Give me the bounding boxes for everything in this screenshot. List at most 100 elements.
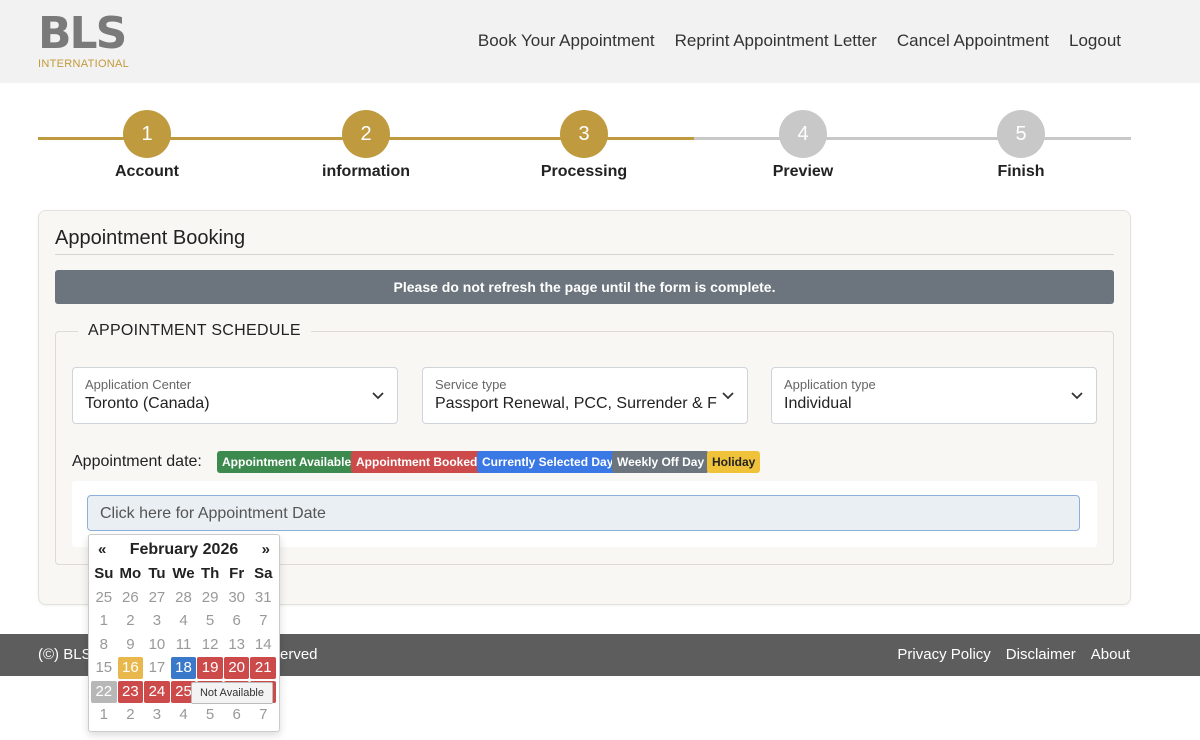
datepicker-day[interactable]: 12 [197,634,223,656]
datepicker-day[interactable]: 4 [171,704,197,726]
datepicker-day[interactable]: 3 [144,704,170,726]
appointment-schedule-fieldset: APPOINTMENT SCHEDULE Application Center … [55,322,1114,565]
datepicker-day[interactable]: 5 [197,704,223,726]
nav-reprint-letter[interactable]: Reprint Appointment Letter [675,31,877,51]
weekday-label: Su [94,565,114,582]
step-information: 2 information [306,110,426,181]
datepicker-week-row: 25 26 27 28 29 30 31 [91,587,277,611]
datepicker-day[interactable]: 5 [197,610,223,632]
datepicker-day[interactable]: 2 [118,704,144,726]
datepicker-popup: « February 2026 » Su Mo Tu We Th Fr Sa 2… [88,534,280,732]
datepicker-day[interactable]: 1 [91,610,117,632]
step-number: 4 [779,110,827,158]
datepicker-day[interactable]: 11 [171,634,197,656]
step-label: Finish [997,163,1045,180]
legend-selected-badge: Currently Selected Day [477,451,619,473]
select-label: Application Center [85,377,192,392]
select-label: Application type [784,377,876,392]
datepicker-week-row: 1234567 [91,704,277,728]
datepicker-day[interactable]: 28 [171,587,197,609]
datepicker-day[interactable]: 6 [224,610,250,632]
datepicker-day[interactable]: 19 [197,657,223,679]
step-label: Processing [540,163,628,180]
weekday-header-row: Su Mo Tu We Th Fr Sa [91,563,277,587]
datepicker-day[interactable]: 2 [118,610,144,632]
datepicker-day[interactable]: 23 [117,680,144,703]
datepicker-day[interactable]: 20 [223,657,250,679]
next-month-button[interactable]: » [262,541,270,558]
datepicker-month-title[interactable]: February 2026 [89,541,279,559]
progress-stepper: 1 Account 2 information 3 Processing 4 P… [38,110,1131,190]
datepicker-day[interactable]: 10 [144,634,170,656]
step-number: 3 [560,110,608,158]
card-title: Appointment Booking [55,227,246,249]
nav-cancel-appointment[interactable]: Cancel Appointment [897,31,1049,51]
chevron-down-icon [722,392,734,400]
legend-weekly-off-badge: Weekly Off Day [612,451,710,473]
step-finish: 5 Finish [961,110,1081,181]
step-processing: 3 Processing [524,110,644,181]
datepicker-day[interactable]: 25 [91,587,117,609]
footer-privacy-policy-link[interactable]: Privacy Policy [897,646,990,663]
datepicker-day[interactable]: 29 [197,587,223,609]
footer-links: Privacy Policy Disclaimer About [897,646,1130,663]
step-preview: 4 Preview [743,110,863,181]
main-nav: Book Your Appointment Reprint Appointmen… [478,31,1121,51]
datepicker-day[interactable]: 17 [144,657,170,679]
service-type-select[interactable]: Service type Passport Renewal, PCC, Surr… [422,367,748,424]
datepicker-day[interactable]: 22 [91,680,117,703]
chevron-down-icon [1071,392,1083,400]
not-available-tooltip: Not Available [191,682,273,704]
application-type-select[interactable]: Application type Individual [771,367,1097,424]
step-account: 1 Account [87,110,207,181]
datepicker-day[interactable]: 7 [250,704,276,726]
footer-about-link[interactable]: About [1091,646,1130,663]
chevron-down-icon [372,392,384,400]
datepicker-day[interactable]: 13 [224,634,250,656]
legend-holiday-badge: Holiday [707,451,761,473]
weekday-label: Sa [254,565,273,582]
weekday-label: We [172,565,195,582]
step-label: Account [115,163,179,180]
datepicker-day[interactable]: 21 [250,657,277,679]
datepicker-day[interactable]: 24 [144,680,170,703]
datepicker-day[interactable]: 31 [250,587,276,609]
bls-logo[interactable]: BLS INTERNATIONAL [38,12,130,72]
datepicker-day[interactable]: 8 [91,634,117,656]
datepicker-day[interactable]: 30 [224,587,250,609]
datepicker-day[interactable]: 16 [117,657,144,679]
datepicker-day[interactable]: 3 [144,610,170,632]
nav-book-appointment[interactable]: Book Your Appointment [478,31,655,51]
select-value: Toronto (Canada) [85,395,210,412]
datepicker-day[interactable]: 9 [118,634,144,656]
nav-logout[interactable]: Logout [1069,31,1121,51]
step-number: 1 [123,110,171,158]
datepicker-day[interactable]: 6 [224,704,250,726]
application-center-select[interactable]: Application Center Toronto (Canada) [72,367,398,424]
select-value: Passport Renewal, PCC, Surrender & For [435,395,717,412]
datepicker-week-row: 1234567 [91,610,277,634]
datepicker-day[interactable]: 27 [144,587,170,609]
weekday-label: Tu [148,565,166,582]
select-label: Service type [435,377,507,392]
datepicker-day[interactable]: 26 [118,587,144,609]
legend-booked-badge: Appointment Booked [351,451,483,473]
datepicker-day[interactable]: 1 [91,704,117,726]
weekday-label: Fr [229,565,245,582]
fieldset-legend: APPOINTMENT SCHEDULE [78,322,311,340]
datepicker-day[interactable]: 4 [171,610,197,632]
select-value: Individual [784,395,852,412]
datepicker-day[interactable]: 7 [250,610,276,632]
weekday-label: Th [200,565,220,582]
step-label: Preview [772,163,834,180]
logo-subtext: INTERNATIONAL [38,58,130,70]
datepicker-day[interactable]: 15 [91,657,117,679]
legend-available-badge: Appointment Available [217,451,357,473]
step-number: 5 [997,110,1045,158]
notice-banner: Please do not refresh the page until the… [55,270,1114,304]
footer-disclaimer-link[interactable]: Disclaimer [1006,646,1076,663]
datepicker-week-row: 15 16 17 18 19 20 21 [91,657,277,681]
datepicker-day[interactable]: 14 [250,634,276,656]
datepicker-day[interactable]: 18 [170,657,197,679]
appointment-date-input[interactable]: Click here for Appointment Date [87,495,1080,531]
